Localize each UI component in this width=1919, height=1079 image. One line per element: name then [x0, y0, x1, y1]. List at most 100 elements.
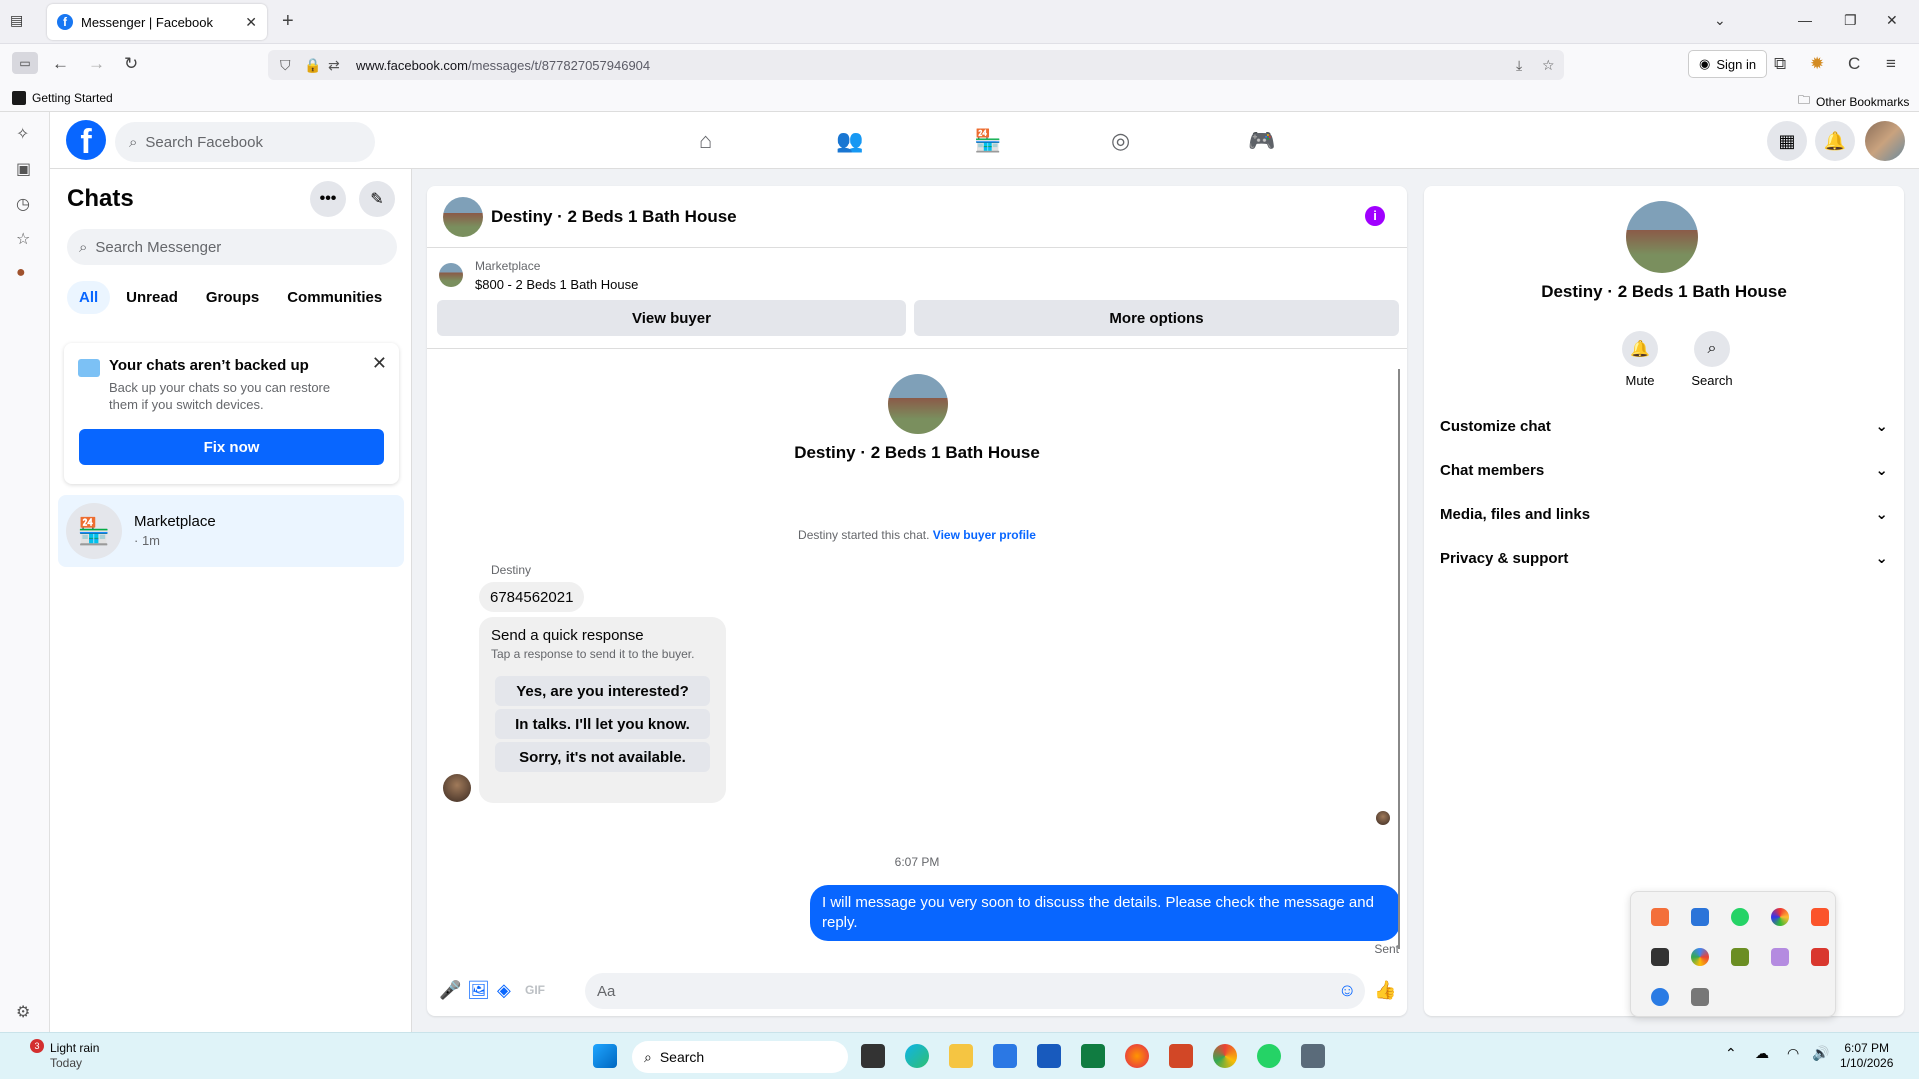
home-icon[interactable]: ⌂ — [699, 128, 712, 154]
conversation-item[interactable]: 🏪 Marketplace · 1m — [58, 495, 404, 567]
url-bar[interactable]: ⛉ 🔒 ⇄ www.facebook.com/messages/t/877827… — [268, 50, 1564, 80]
listing-price[interactable]: $800 - 2 Beds 1 Bath House — [475, 277, 638, 292]
tab-list-icon[interactable]: ▤ — [10, 12, 23, 29]
view-buyer-button[interactable]: View buyer — [437, 300, 906, 336]
tray-font-icon[interactable] — [1731, 948, 1749, 966]
new-tab-icon[interactable]: + — [282, 10, 294, 33]
menu-icon[interactable]: ≡ — [1886, 54, 1896, 74]
start-windows-icon[interactable] — [593, 1044, 617, 1068]
gaming-icon[interactable]: 🎮 — [1248, 128, 1275, 154]
volume-icon[interactable]: 🔊 — [1812, 1045, 1829, 1062]
section-chat-members[interactable]: Chat members ⌄ — [1440, 450, 1888, 490]
tray-usb-icon[interactable] — [1691, 988, 1709, 1006]
bookmark-getting-started[interactable]: Getting Started — [12, 91, 113, 105]
restore-icon[interactable]: ❐ — [1844, 12, 1857, 29]
history-icon[interactable]: ◷ — [16, 194, 30, 214]
taskbar-search[interactable]: ⌕ Search — [632, 1041, 848, 1073]
gif-icon[interactable]: GIF — [525, 983, 545, 997]
mute-button[interactable]: 🔔 Mute — [1610, 331, 1670, 388]
facebook-logo-icon[interactable]: f — [66, 120, 106, 161]
extensions-icon[interactable]: ⧉ — [1774, 54, 1786, 74]
section-customize-chat[interactable]: Customize chat ⌄ — [1440, 406, 1888, 446]
whatsapp-icon[interactable] — [1257, 1044, 1281, 1068]
filter-all[interactable]: All — [67, 281, 111, 314]
scrollbar[interactable] — [1398, 369, 1400, 949]
more-options-icon[interactable]: ••• — [310, 181, 346, 217]
tray-security-icon[interactable] — [1651, 988, 1669, 1006]
forward-icon[interactable]: → — [88, 54, 105, 74]
listing-avatar[interactable] — [443, 197, 483, 237]
conversation-title[interactable]: Destiny · 2 Beds 1 Bath House — [491, 207, 737, 227]
app-icon[interactable] — [1301, 1044, 1325, 1068]
system-clock[interactable]: 6:07 PM 1/10/2026 — [1840, 1041, 1893, 1071]
download-page-icon[interactable]: ⤓ — [1516, 57, 1522, 74]
excel-icon[interactable] — [1081, 1044, 1105, 1068]
fix-now-button[interactable]: Fix now — [79, 429, 384, 465]
word-icon[interactable] — [1037, 1044, 1061, 1068]
close-icon[interactable]: ✕ — [372, 353, 387, 374]
sign-in-button[interactable]: ◉ Sign in — [1688, 50, 1768, 78]
emoji-icon[interactable]: ☺ — [1338, 980, 1356, 1001]
close-tab-icon[interactable]: ✕ — [245, 14, 257, 31]
chevron-down-icon[interactable]: ⌄ — [1714, 12, 1726, 29]
bookmark-other[interactable]: 🗀 Other Bookmarks — [1798, 91, 1909, 112]
filter-groups[interactable]: Groups — [194, 281, 271, 314]
settings-gear-icon[interactable]: ⚙ — [16, 1002, 30, 1022]
message-input[interactable]: Aa — [585, 973, 1365, 1009]
search-messenger-input[interactable]: ⌕ Search Messenger — [67, 229, 397, 265]
bookmarks-icon[interactable]: ☆ — [16, 229, 30, 249]
tray-info-icon[interactable] — [1691, 908, 1709, 926]
show-hidden-icons-chevron-icon[interactable]: ⌃ — [1725, 1045, 1737, 1062]
quick-response-yes[interactable]: Yes, are you interested? — [495, 676, 710, 706]
groups-icon[interactable]: ◎ — [1111, 128, 1130, 154]
profile-avatar[interactable] — [1865, 121, 1905, 161]
minimize-icon[interactable]: — — [1798, 12, 1812, 28]
shield-icon[interactable]: ⛉ — [280, 57, 291, 74]
bookmark-star-icon[interactable]: ☆ — [1542, 57, 1555, 74]
marketplace-icon[interactable]: 🏪 — [974, 128, 1001, 154]
search-button[interactable]: ⌕ Search — [1682, 331, 1742, 388]
quick-response-talks[interactable]: In talks. I'll let you know. — [495, 709, 710, 739]
friends-icon[interactable]: 👥 — [836, 128, 863, 154]
tray-whatsapp-icon[interactable] — [1731, 908, 1749, 926]
tray-acrobat-icon[interactable] — [1811, 948, 1829, 966]
tray-app-icon[interactable] — [1651, 948, 1669, 966]
chrome-icon[interactable] — [1213, 1044, 1237, 1068]
sidebar-toggle-icon[interactable]: ▭ — [12, 52, 38, 74]
section-privacy-support[interactable]: Privacy & support ⌄ — [1440, 538, 1888, 578]
store-icon[interactable] — [993, 1044, 1017, 1068]
extension-c-icon[interactable]: C — [1848, 54, 1860, 74]
quick-response-sorry[interactable]: Sorry, it's not available. — [495, 742, 710, 772]
photo-icon[interactable]: 🖼 — [467, 980, 490, 1001]
cookie-icon[interactable]: ● — [16, 264, 26, 282]
tray-color-icon[interactable] — [1771, 908, 1789, 926]
menu-grid-icon[interactable]: ▦ — [1767, 121, 1807, 161]
facebook-search-input[interactable]: ⌕ Search Facebook — [115, 122, 375, 162]
synced-tabs-icon[interactable]: ▣ — [16, 159, 31, 179]
wifi-icon[interactable]: ◠ — [1787, 1045, 1799, 1062]
firefox-icon[interactable] — [1125, 1044, 1149, 1068]
reload-icon[interactable]: ↻ — [124, 54, 138, 74]
filter-unread[interactable]: Unread — [114, 281, 190, 314]
file-explorer-icon[interactable] — [949, 1044, 973, 1068]
sender-avatar[interactable] — [443, 774, 471, 802]
back-icon[interactable]: ← — [52, 54, 69, 74]
powerpoint-icon[interactable] — [1169, 1044, 1193, 1068]
tray-copilot-icon[interactable] — [1691, 948, 1709, 966]
extension-icon[interactable]: ✹ — [1810, 54, 1824, 74]
ai-chat-icon[interactable]: ✧ — [16, 124, 29, 144]
sticker-icon[interactable]: ◈ — [497, 980, 511, 1001]
view-buyer-profile-link[interactable]: View buyer profile — [933, 528, 1036, 542]
microphone-icon[interactable]: 🎤 — [439, 980, 461, 1001]
weather-widget[interactable]: 3 Light rain Today — [20, 1039, 99, 1071]
tray-brave-icon[interactable] — [1811, 908, 1829, 926]
permissions-icon[interactable]: ⇄ — [328, 57, 340, 74]
like-thumb-icon[interactable]: 👍 — [1374, 980, 1396, 1001]
section-media-files-links[interactable]: Media, files and links ⌄ — [1440, 494, 1888, 534]
info-icon[interactable]: i — [1365, 206, 1385, 226]
onedrive-icon[interactable]: ☁ — [1755, 1045, 1769, 1062]
edge-icon[interactable] — [905, 1044, 929, 1068]
tray-pen-icon[interactable] — [1771, 948, 1789, 966]
tray-fire-icon[interactable] — [1651, 908, 1669, 926]
notifications-bell-icon[interactable]: 🔔 — [1815, 121, 1855, 161]
